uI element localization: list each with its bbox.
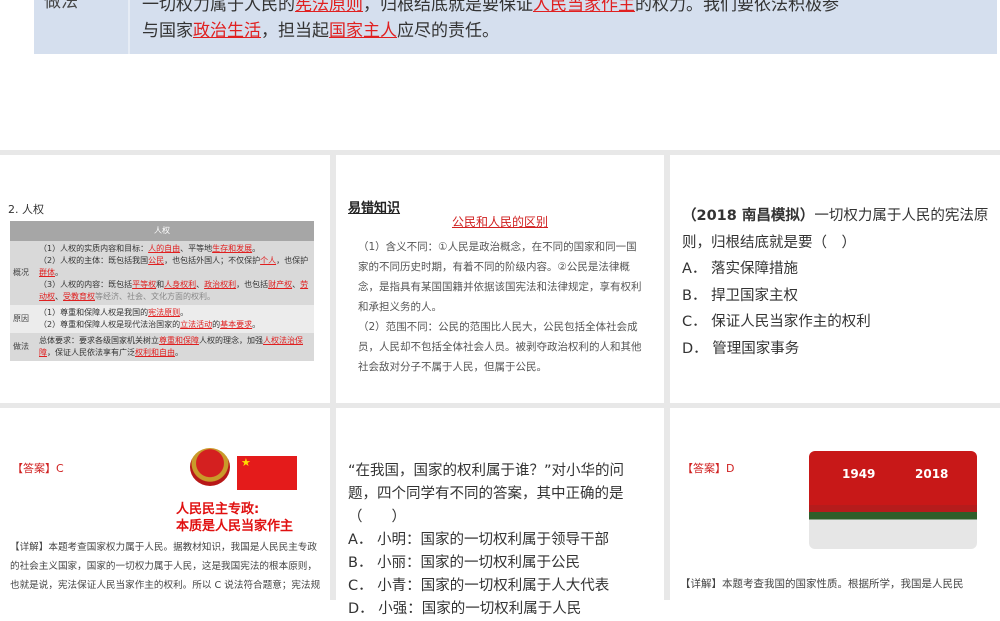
slide-answer-1[interactable]: 【答案】C ★ 人民民主专政: 本质是人民当家作主 【详解】本题考查国家权力属于人… xyxy=(0,408,330,600)
row-key: 原因 xyxy=(10,305,36,333)
slogan: 人民民主专政: 本质是人民当家作主 xyxy=(176,501,293,535)
paragraph: （1）含义不同：①人民是政治概念，在不同的国家和同一国家的不同历史时期，有着不同… xyxy=(358,241,642,313)
t: 、平等地 xyxy=(180,244,213,253)
keyword: 政治生活 xyxy=(193,21,261,41)
t: 等经济、社会、文化方面的权利。 xyxy=(95,292,215,301)
text: 一切权力属于人民的 xyxy=(142,0,295,15)
question-source: （2018 南昌模拟） xyxy=(682,208,815,224)
option-a: A． 落实保障措施 xyxy=(682,261,799,277)
mistakes-body: （1）含义不同：①人民是政治概念，在不同的国家和同一国家的不同历史时期，有着不同… xyxy=(358,237,643,377)
t: ，也包括外国人；不仅保护 xyxy=(164,256,261,265)
row-key: 概况 xyxy=(10,241,36,305)
slide-question-2[interactable]: “在我国，国家的权利属于谁？”对小华的问题，四个同学有不同的答案，其中正确的是（… xyxy=(336,408,664,617)
k: 财产权 xyxy=(268,280,293,289)
t: （1）人权的实质内容和目标： xyxy=(39,244,149,253)
national-emblem-icon xyxy=(190,448,230,486)
t: 总体要求：要求各级国家机关树立 xyxy=(39,336,159,345)
row-value: （1）人权的实质内容和目标：人的自由、平等地生存和发展。 （2）人权的主体：既包… xyxy=(36,241,314,305)
question: （2018 南昌模拟）一切权力属于人民的宪法原则，归根结底就是要（ ） A． 落… xyxy=(682,203,992,362)
question: “在我国，国家的权利属于谁？”对小华的问题，四个同学有不同的答案，其中正确的是（… xyxy=(348,460,653,621)
row-key: 做法 xyxy=(10,333,36,361)
option-c: C． 保证人民当家作主的权利 xyxy=(682,314,871,330)
t: ，也保护 xyxy=(276,256,309,265)
option-b: B． 捍卫国家主权 xyxy=(682,287,799,304)
t: 。 xyxy=(252,320,261,329)
k: 公民 xyxy=(148,256,165,265)
k: 立法活动 xyxy=(180,320,213,329)
k: 个人 xyxy=(260,256,277,265)
slide-human-rights[interactable]: 2. 人权 人权 概况 （1）人权的实质内容和目标：人的自由、平等地生存和发展。… xyxy=(0,155,330,403)
t: ，也包括 xyxy=(236,280,269,289)
t: 的 xyxy=(212,320,221,329)
t: 、 xyxy=(196,280,205,289)
text: 与国家 xyxy=(142,21,193,41)
answer-detail: 【详解】本题考查我国的国家性质。根据所学，我国是人民民 xyxy=(680,578,964,590)
text: ，担当起 xyxy=(261,21,329,41)
option-d: D． 小强：国家的一切权利属于人民 xyxy=(348,601,582,617)
k: 基本要求 xyxy=(220,320,253,329)
table-row: 原因 （1）尊重和保障人权是我国的宪法原则。 （2）尊重和保障人权是现代法治国家… xyxy=(10,305,314,333)
k: 人的自由 xyxy=(148,244,181,253)
k: 权利和自由 xyxy=(135,348,175,357)
answer-detail: 【详解】本题考查国家权力属于人民。据教材知识，我国是人民民主专政的社会主义国家，… xyxy=(10,542,321,591)
slide-mistakes[interactable]: 易错知识 公民和人民的区别 （1）含义不同：①人民是政治概念，在不同的国家和同一… xyxy=(336,155,664,403)
t: （2）尊重和保障人权是现代法治国家的 xyxy=(39,320,181,329)
practice-row: 做法 一切权力属于人民的宪法原则，归根结底就是要保证人民当家作主的权力。我们要依… xyxy=(34,0,997,54)
text: ，归根结底就是要保证 xyxy=(363,0,533,15)
slogan-line: 人民民主专政: xyxy=(176,502,260,517)
option-a: A． 小明：国家的一切权利属于领导干部 xyxy=(348,532,610,548)
table-row: 概况 （1）人权的实质内容和目标：人的自由、平等地生存和发展。 （2）人权的主体… xyxy=(10,241,314,305)
t: ，保证人民依法享有广泛 xyxy=(47,348,135,357)
t: 。 xyxy=(252,244,261,253)
row-label: 做法 xyxy=(34,0,130,54)
section-heading: 2. 人权 xyxy=(8,203,44,216)
photo-year: 1949 xyxy=(842,467,876,481)
k: 受教育权 xyxy=(63,292,95,301)
keyword: 人民当家作主 xyxy=(533,0,635,15)
option-b: B． 小丽：国家的一切权利属于公民 xyxy=(348,555,581,571)
k: 生存和发展 xyxy=(212,244,253,253)
t: 和 xyxy=(156,280,165,289)
t: 。 xyxy=(180,308,189,317)
answer-label: 【答案】C xyxy=(12,462,64,475)
option-c: C． 小青：国家的一切权利属于人大代表 xyxy=(348,578,610,594)
table-row: 做法 总体要求：要求各级国家机关树立尊重和保障人权的理念，加强人权法治保障，保证… xyxy=(10,333,314,361)
slogan-line: 本质是人民当家作主 xyxy=(176,519,294,534)
keyword: 宪法原则 xyxy=(295,0,363,15)
t: 、 xyxy=(55,292,63,301)
text: 应尽的责任。 xyxy=(397,21,499,41)
k: 群体 xyxy=(39,268,55,277)
row-value: （1）尊重和保障人权是我国的宪法原则。 （2）尊重和保障人权是现代法治国家的立法… xyxy=(36,305,314,333)
k: 政治权利 xyxy=(204,280,237,289)
national-flag-icon: ★ xyxy=(237,456,297,490)
k: 宪法原则 xyxy=(148,308,181,317)
table-title: 人权 xyxy=(10,221,314,241)
mistakes-title: 公民和人民的区别 xyxy=(451,215,548,229)
keyword: 国家主人 xyxy=(329,21,397,41)
human-rights-table: 人权 概况 （1）人权的实质内容和目标：人的自由、平等地生存和发展。 （2）人权… xyxy=(10,221,314,361)
slide-question-1[interactable]: （2018 南昌模拟）一切权力属于人民的宪法原则，归根结底就是要（ ） A． 落… xyxy=(670,155,1000,403)
k: 平等权 xyxy=(132,280,157,289)
option-d: D． 管理国家事务 xyxy=(682,340,800,357)
top-slide: 做法 一切权力属于人民的宪法原则，归根结底就是要保证人民当家作主的权力。我们要依… xyxy=(0,0,1000,150)
slide-answer-2[interactable]: 【答案】D 1949 2018 【详解】本题考查我国的国家性质。根据所学，我国是… xyxy=(670,408,1000,600)
question-stem: “在我国，国家的权利属于谁？”对小华的问题，四个同学有不同的答案，其中正确的是（… xyxy=(348,463,625,525)
slide-grid: 2. 人权 人权 概况 （1）人权的实质内容和目标：人的自由、平等地生存和发展。… xyxy=(0,150,1000,617)
k: 尊重和保障 xyxy=(159,336,199,345)
t: （3）人权的内容：既包括 xyxy=(39,280,133,289)
t: 。 xyxy=(175,348,183,357)
answer-label: 【答案】D xyxy=(682,462,735,475)
t: （2）人权的主体：既包括我国 xyxy=(39,256,149,265)
t: （1）尊重和保障人权是我国的 xyxy=(39,308,149,317)
t: 、 xyxy=(292,280,301,289)
row-value: 总体要求：要求各级国家机关树立尊重和保障人权的理念，加强人权法治保障，保证人民依… xyxy=(36,333,314,361)
k: 人身权利 xyxy=(164,280,197,289)
photo-year: 2018 xyxy=(915,467,949,481)
t: 。 xyxy=(55,268,63,277)
row-content: 一切权力属于人民的宪法原则，归根结底就是要保证人民当家作主的权力。我们要依法积极… xyxy=(130,0,839,54)
banquet-photo: 1949 2018 xyxy=(809,451,977,549)
paragraph: （2）范围不同：公民的范围比人民大，公民包括全体社会成员，人民却不包括全体社会人… xyxy=(358,321,642,373)
text: 的权力。我们要依法积极参 xyxy=(635,0,839,15)
t: 人权的理念，加强 xyxy=(199,336,263,345)
